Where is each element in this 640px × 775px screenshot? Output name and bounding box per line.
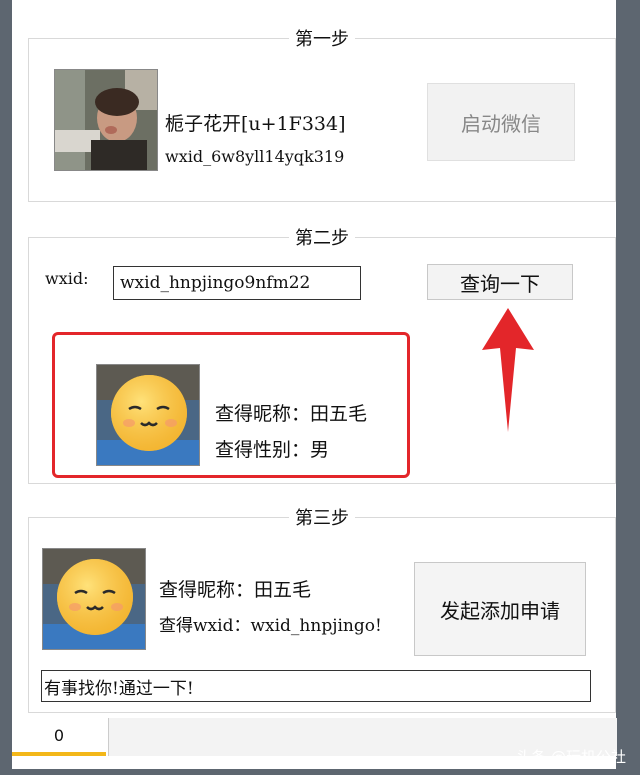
watermark: 头条 @玩机公社	[516, 748, 626, 766]
send-add-request-button[interactable]: 发起添加申请	[414, 562, 586, 656]
launch-wechat-button[interactable]: 启动微信	[427, 83, 575, 161]
user-wxid: wxid_6w8yll14yqk319	[165, 147, 345, 166]
status-progress: 0	[12, 718, 106, 756]
step2-group: 第二步 wxid: wxid_hnpjingo9nfm22 查询一下 查得昵称：…	[28, 228, 616, 484]
up-arrow-icon	[482, 308, 534, 432]
request-message-input[interactable]: 有事找你!通过一下!	[41, 670, 591, 702]
result-gender: 查得性别：男	[215, 439, 330, 461]
step3-title: 第三步	[289, 508, 355, 529]
query-button[interactable]: 查询一下	[427, 264, 573, 300]
step1-title: 第一步	[289, 29, 355, 50]
step3-group: 第三步 查得昵称：田五毛 查得wxid：wxid_hnpjingo! 发起添加申…	[28, 508, 616, 713]
user-nickname: 栀子花开[u+1F334]	[165, 113, 346, 135]
status-count: 0	[53, 725, 65, 745]
app-window: 第一步 栀子花开[u+1F334] wxid_6w8yll14yqk319 启动…	[12, 0, 617, 769]
result-nickname: 查得昵称：田五毛	[215, 403, 368, 425]
target-wxid: 查得wxid：wxid_hnpjingo!	[159, 616, 382, 636]
wxid-label: wxid:	[45, 269, 89, 288]
result-avatar	[96, 364, 200, 466]
target-nickname: 查得昵称：田五毛	[159, 579, 312, 601]
user-avatar	[54, 69, 158, 171]
step2-title: 第二步	[289, 228, 355, 249]
target-avatar	[42, 548, 146, 650]
step1-group: 第一步 栀子花开[u+1F334] wxid_6w8yll14yqk319 启动…	[28, 29, 616, 202]
wxid-search-input[interactable]: wxid_hnpjingo9nfm22	[113, 266, 361, 300]
